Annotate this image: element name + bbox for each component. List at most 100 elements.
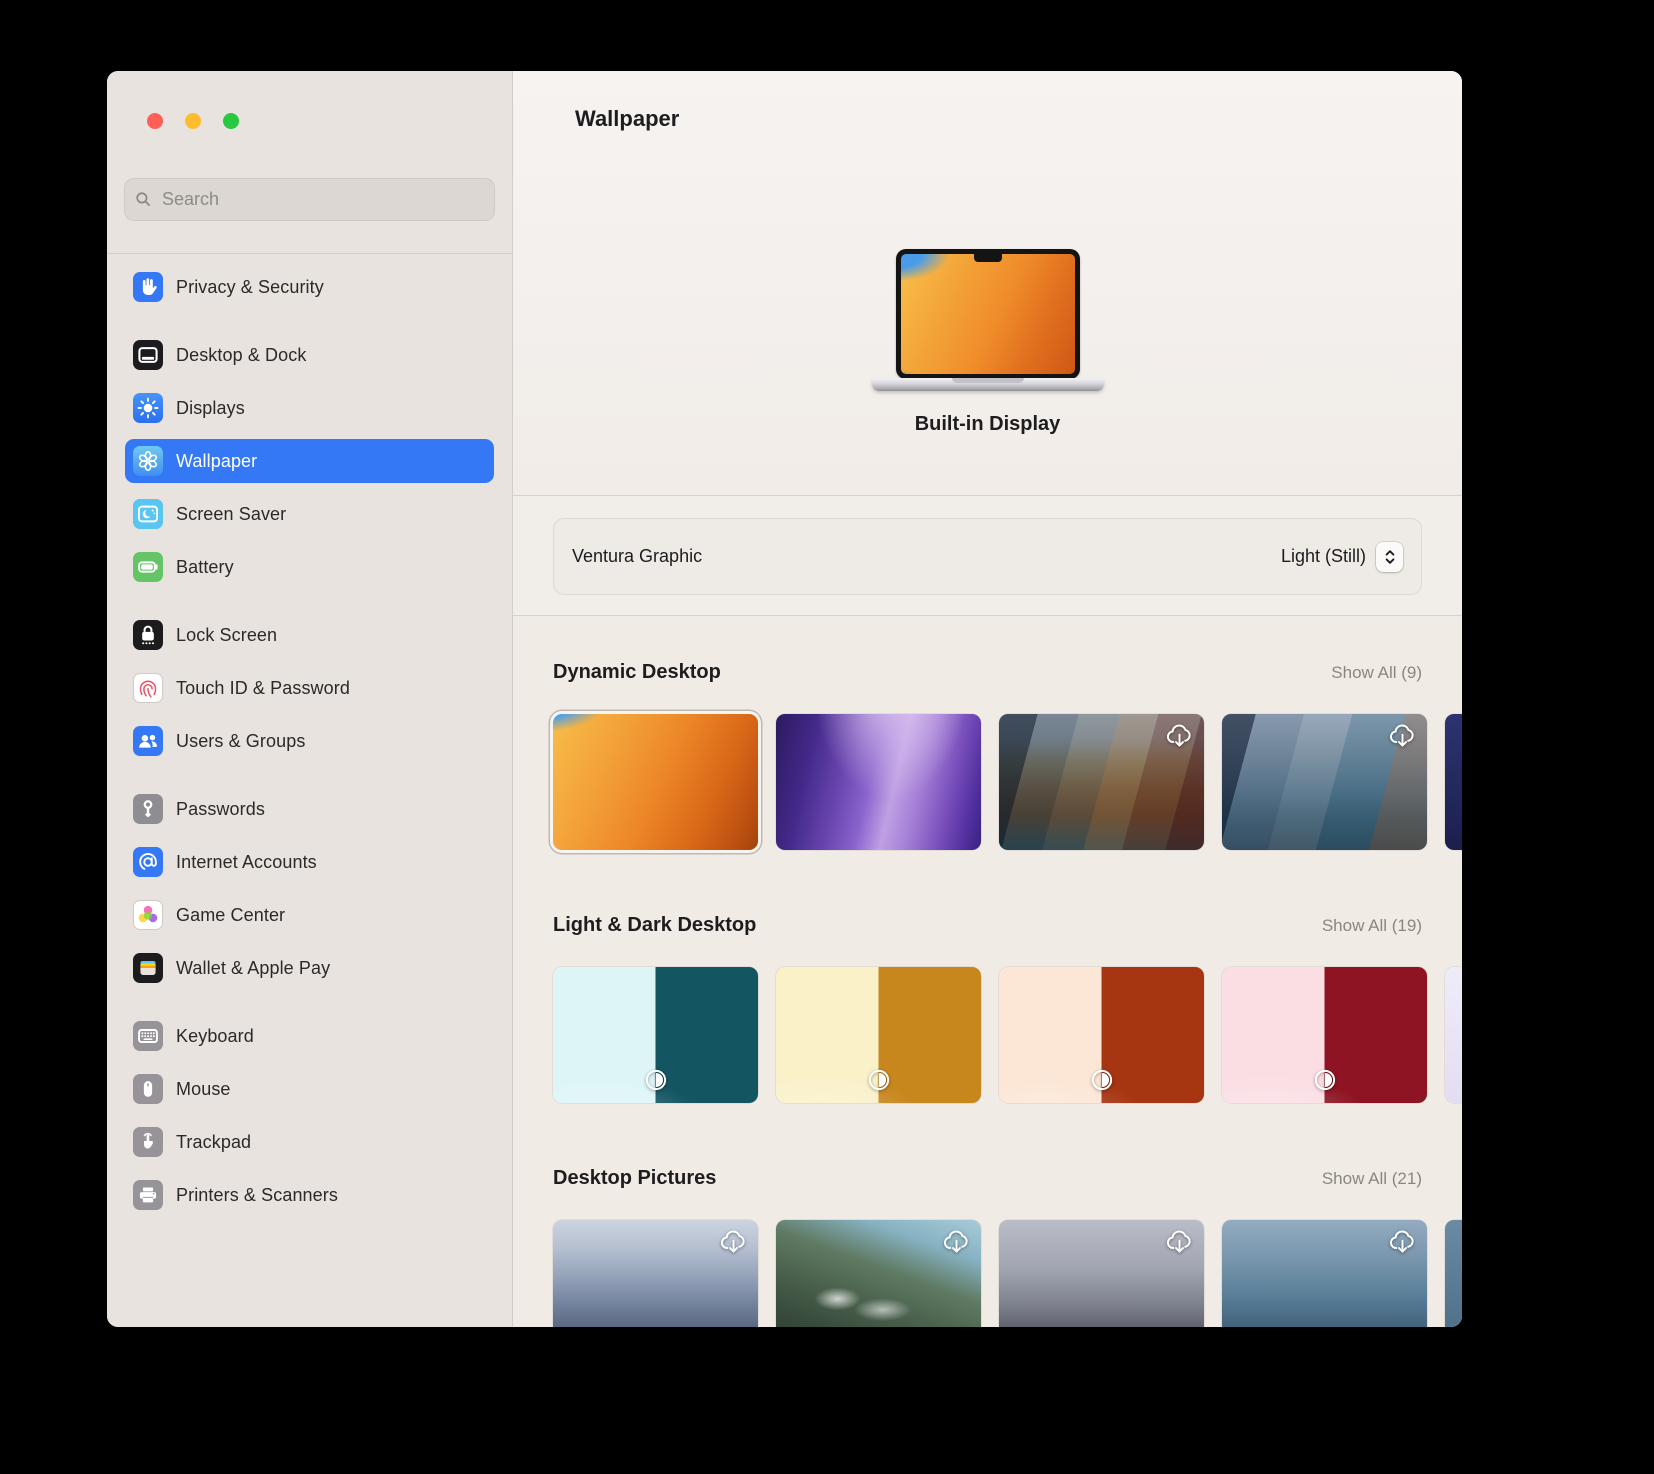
wallpaper-thumb-rocky-sea[interactable]: [999, 1220, 1204, 1327]
section-title: Dynamic Desktop: [553, 661, 721, 684]
sidebar-item-users-groups[interactable]: Users & Groups: [125, 719, 494, 763]
search-field[interactable]: [124, 178, 495, 221]
wallpaper-thumb-ventura-graphic[interactable]: [553, 714, 758, 850]
wallpaper-thumb-dynamic-partial[interactable]: [1445, 714, 1462, 850]
wallpaper-thumb-yellow[interactable]: [776, 967, 981, 1103]
wallpaper-thumb-pink[interactable]: [1222, 967, 1427, 1103]
wallpaper-thumb-monterey-graphic[interactable]: [776, 714, 981, 850]
trackpad-icon: [133, 1127, 163, 1157]
sidebar-item-internet-accounts[interactable]: Internet Accounts: [125, 840, 494, 884]
moon-stars-icon: [133, 499, 163, 529]
macbook-screen: [896, 249, 1080, 379]
sidebar-item-label: Trackpad: [176, 1132, 251, 1153]
macbook-base: [872, 378, 1104, 391]
light-dark-icon: [645, 1069, 667, 1091]
minimize-button[interactable]: [185, 113, 201, 129]
sidebar-item-label: Keyboard: [176, 1026, 254, 1047]
zoom-button[interactable]: [223, 113, 239, 129]
sidebar-item-privacy-security[interactable]: Privacy & Security: [125, 265, 494, 309]
sidebar-item-label: Internet Accounts: [176, 852, 317, 873]
key-icon: [133, 794, 163, 824]
dock-icon: [133, 340, 163, 370]
sidebar-item-label: Battery: [176, 557, 234, 578]
section-dynamic-desktop: Dynamic Desktop Show All (9): [553, 661, 1422, 850]
builtin-display-preview: Built-in Display: [513, 249, 1462, 436]
show-all-link[interactable]: Show All (21): [1322, 1169, 1422, 1189]
sidebar: Privacy & Security Desktop & Dock Displays…: [107, 71, 513, 1327]
sidebar-item-passwords[interactable]: Passwords: [125, 787, 494, 831]
download-cloud-icon: [1164, 722, 1195, 753]
current-wallpaper-row: Ventura Graphic Light (Still): [553, 518, 1422, 595]
light-dark-icon: [868, 1069, 890, 1091]
sidebar-group: Desktop & Dock Displays Wallpaper Screen Sa…: [125, 333, 494, 589]
sidebar-item-label: Desktop & Dock: [176, 345, 306, 366]
sidebar-item-label: Users & Groups: [176, 731, 305, 752]
page-title: Wallpaper: [575, 106, 679, 132]
section-desktop-pictures: Desktop Pictures Show All (21): [553, 1167, 1422, 1327]
battery-icon: [133, 552, 163, 582]
wallpaper-thumb-teal[interactable]: [553, 967, 758, 1103]
section-title: Light & Dark Desktop: [553, 914, 756, 937]
current-wallpaper-mode: Light (Still): [1281, 546, 1366, 567]
sidebar-item-touch-id-password[interactable]: Touch ID & Password: [125, 666, 494, 710]
download-cloud-icon: [718, 1228, 749, 1259]
sidebar-item-label: Privacy & Security: [176, 277, 324, 298]
wallpaper-thumb-big-sur[interactable]: [999, 714, 1204, 850]
sidebar-item-battery[interactable]: Battery: [125, 545, 494, 589]
wallpaper-sections: Dynamic Desktop Show All (9) Light & Dark …: [513, 617, 1462, 1327]
system-settings-window: Privacy & Security Desktop & Dock Displays…: [107, 71, 1462, 1327]
sidebar-item-desktop-dock[interactable]: Desktop & Dock: [125, 333, 494, 377]
section-title: Desktop Pictures: [553, 1167, 716, 1190]
sidebar-groups: Privacy & Security Desktop & Dock Displays…: [125, 265, 494, 1241]
sidebar-item-keyboard[interactable]: Keyboard: [125, 1014, 494, 1058]
sidebar-item-printers-scanners[interactable]: Printers & Scanners: [125, 1173, 494, 1217]
sidebar-group: Keyboard Mouse Trackpad Printers & Scanners: [125, 1014, 494, 1217]
sidebar-item-wallpaper[interactable]: Wallpaper: [125, 439, 494, 483]
sidebar-item-mouse[interactable]: Mouse: [125, 1067, 494, 1111]
current-wallpaper-strip: Ventura Graphic Light (Still): [513, 496, 1462, 616]
sidebar-item-trackpad[interactable]: Trackpad: [125, 1120, 494, 1164]
close-button[interactable]: [147, 113, 163, 129]
wallpaper-thumb-big-sur-coast[interactable]: [776, 1220, 981, 1327]
wallpaper-thumb-coastal-rocks[interactable]: [1222, 1220, 1427, 1327]
light-dark-icon: [1091, 1069, 1113, 1091]
thumbnail-row: [553, 714, 1462, 850]
window-controls: [147, 113, 239, 129]
sidebar-item-label: Touch ID & Password: [176, 678, 350, 699]
wallpaper-pane: Wallpaper Built-in Display Ventura Graph…: [513, 71, 1462, 1327]
sidebar-item-label: Wallpaper: [176, 451, 257, 472]
sidebar-item-label: Passwords: [176, 799, 265, 820]
sidebar-item-label: Printers & Scanners: [176, 1185, 338, 1206]
download-cloud-icon: [1387, 1228, 1418, 1259]
show-all-link[interactable]: Show All (19): [1322, 916, 1422, 936]
chevron-up-down-icon: [1384, 548, 1396, 566]
wallpaper-thumb-misty-mountains[interactable]: [553, 1220, 758, 1327]
wallet-cards-icon: [133, 953, 163, 983]
show-all-link[interactable]: Show All (9): [1331, 663, 1422, 683]
sun-icon: [133, 393, 163, 423]
sidebar-item-lock-screen[interactable]: Lock Screen: [125, 613, 494, 657]
download-cloud-icon: [1164, 1228, 1195, 1259]
sidebar-item-screen-saver[interactable]: Screen Saver: [125, 492, 494, 536]
download-cloud-icon: [941, 1228, 972, 1259]
sidebar-item-label: Mouse: [176, 1079, 231, 1100]
wallpaper-thumb-orange[interactable]: [999, 967, 1204, 1103]
mode-stepper-button[interactable]: [1376, 542, 1403, 572]
search-input[interactable]: [160, 188, 484, 211]
wallpaper-thumb-lavender-partial[interactable]: [1445, 967, 1462, 1103]
sidebar-item-displays[interactable]: Displays: [125, 386, 494, 430]
wallpaper-thumb-coast-partial[interactable]: [1445, 1220, 1462, 1327]
two-users-icon: [133, 726, 163, 756]
macbook-wallpaper-preview: [901, 254, 1075, 374]
sidebar-item-wallet-apple-pay[interactable]: Wallet & Apple Pay: [125, 946, 494, 990]
section-light-dark-desktop: Light & Dark Desktop Show All (19): [553, 914, 1422, 1103]
printer-icon: [133, 1180, 163, 1210]
sidebar-item-game-center[interactable]: Game Center: [125, 893, 494, 937]
wallpaper-thumb-catalina[interactable]: [1222, 714, 1427, 850]
sidebar-group: Passwords Internet Accounts Game Center Wal…: [125, 787, 494, 990]
thumbnail-row: [553, 967, 1462, 1103]
macbook-notch: [974, 254, 1002, 262]
light-dark-icon: [1314, 1069, 1336, 1091]
header-area: Wallpaper Built-in Display: [513, 71, 1462, 496]
sidebar-group: Lock Screen Touch ID & Password Users & Gr…: [125, 613, 494, 763]
